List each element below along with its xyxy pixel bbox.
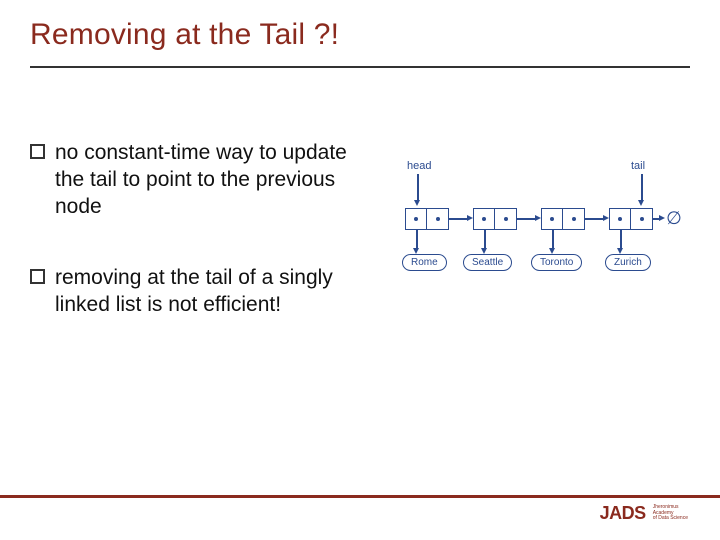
list-node <box>609 208 653 230</box>
dot-icon <box>640 217 644 221</box>
dot-icon <box>618 217 622 221</box>
linked-list-diagram: head tail ∅ <box>405 160 695 300</box>
node-value: Toronto <box>531 254 582 271</box>
list-node <box>405 208 449 230</box>
node-data-cell <box>609 208 631 230</box>
null-symbol: ∅ <box>663 207 685 229</box>
arrowhead-icon <box>535 215 541 221</box>
data-arrow <box>484 230 486 250</box>
footer-divider <box>0 495 720 498</box>
node-next-cell <box>563 208 585 230</box>
next-arrow <box>517 218 537 220</box>
node-next-cell <box>495 208 517 230</box>
node-next-cell <box>427 208 449 230</box>
arrowhead-icon <box>638 200 644 206</box>
dot-icon <box>482 217 486 221</box>
bullet-item: removing at the tail of a singly linked … <box>30 265 360 319</box>
bullet-list: no constant-time way to update the tail … <box>30 140 360 362</box>
bullet-item: no constant-time way to update the tail … <box>30 140 360 221</box>
node-next-cell <box>631 208 653 230</box>
node-data-cell <box>541 208 563 230</box>
node-data-cell <box>405 208 427 230</box>
arrowhead-icon <box>414 200 420 206</box>
next-arrow <box>449 218 469 220</box>
dot-icon <box>504 217 508 221</box>
bullet-text: no constant-time way to update the tail … <box>55 140 360 221</box>
list-node <box>473 208 517 230</box>
node-value: Rome <box>402 254 447 271</box>
data-arrow <box>552 230 554 250</box>
dot-icon <box>572 217 576 221</box>
arrowhead-icon <box>603 215 609 221</box>
data-arrow <box>620 230 622 250</box>
square-bullet-icon <box>30 144 45 159</box>
node-value: Seattle <box>463 254 512 271</box>
next-arrow <box>585 218 605 220</box>
logo-text: JADS <box>600 503 646 524</box>
node-data-cell <box>473 208 495 230</box>
data-arrow <box>416 230 418 250</box>
logo-subtitle: Jheronimus Academy of Data Science <box>653 505 688 522</box>
head-label: head <box>407 160 431 172</box>
bullet-text: removing at the tail of a singly linked … <box>55 265 360 319</box>
tail-label: tail <box>631 160 645 172</box>
arrowhead-icon <box>467 215 473 221</box>
head-pointer-arrow <box>417 174 419 202</box>
list-node <box>541 208 585 230</box>
node-value: Zurich <box>605 254 651 271</box>
jads-logo: JADS Jheronimus Academy of Data Science <box>600 503 688 524</box>
title-underline <box>30 66 690 68</box>
dot-icon <box>414 217 418 221</box>
dot-icon <box>436 217 440 221</box>
dot-icon <box>550 217 554 221</box>
slide-title: Removing at the Tail ?! <box>30 18 339 52</box>
arrowhead-icon <box>659 215 665 221</box>
square-bullet-icon <box>30 269 45 284</box>
slide: Removing at the Tail ?! no constant-time… <box>0 0 720 540</box>
tail-pointer-arrow <box>641 174 643 202</box>
